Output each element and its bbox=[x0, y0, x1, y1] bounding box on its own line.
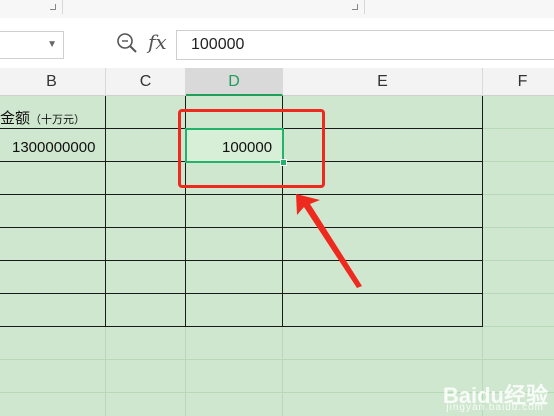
ribbon-strip bbox=[0, 0, 554, 19]
formula-bar: ▼ fx 100000 bbox=[0, 18, 554, 68]
red-arrow-icon bbox=[296, 194, 362, 288]
fx-icon[interactable]: fx bbox=[148, 30, 167, 54]
ribbon-segment bbox=[0, 0, 63, 14]
zoom-icon[interactable] bbox=[116, 32, 138, 54]
chevron-down-icon[interactable]: ▼ bbox=[47, 39, 57, 50]
watermark-subtext: jingyan.baidu.com bbox=[446, 402, 544, 413]
name-box[interactable]: ▼ bbox=[0, 31, 64, 59]
arrow-annotation bbox=[296, 194, 362, 288]
formula-input[interactable]: 100000 bbox=[176, 30, 554, 60]
ribbon-segment bbox=[62, 0, 365, 14]
spreadsheet-grid[interactable]: B C D E F 金额（十万元） 1300000000 100000 Baid… bbox=[0, 68, 554, 416]
baidu-watermark: Baidu经验 jingyan.baidu.com bbox=[443, 378, 548, 413]
